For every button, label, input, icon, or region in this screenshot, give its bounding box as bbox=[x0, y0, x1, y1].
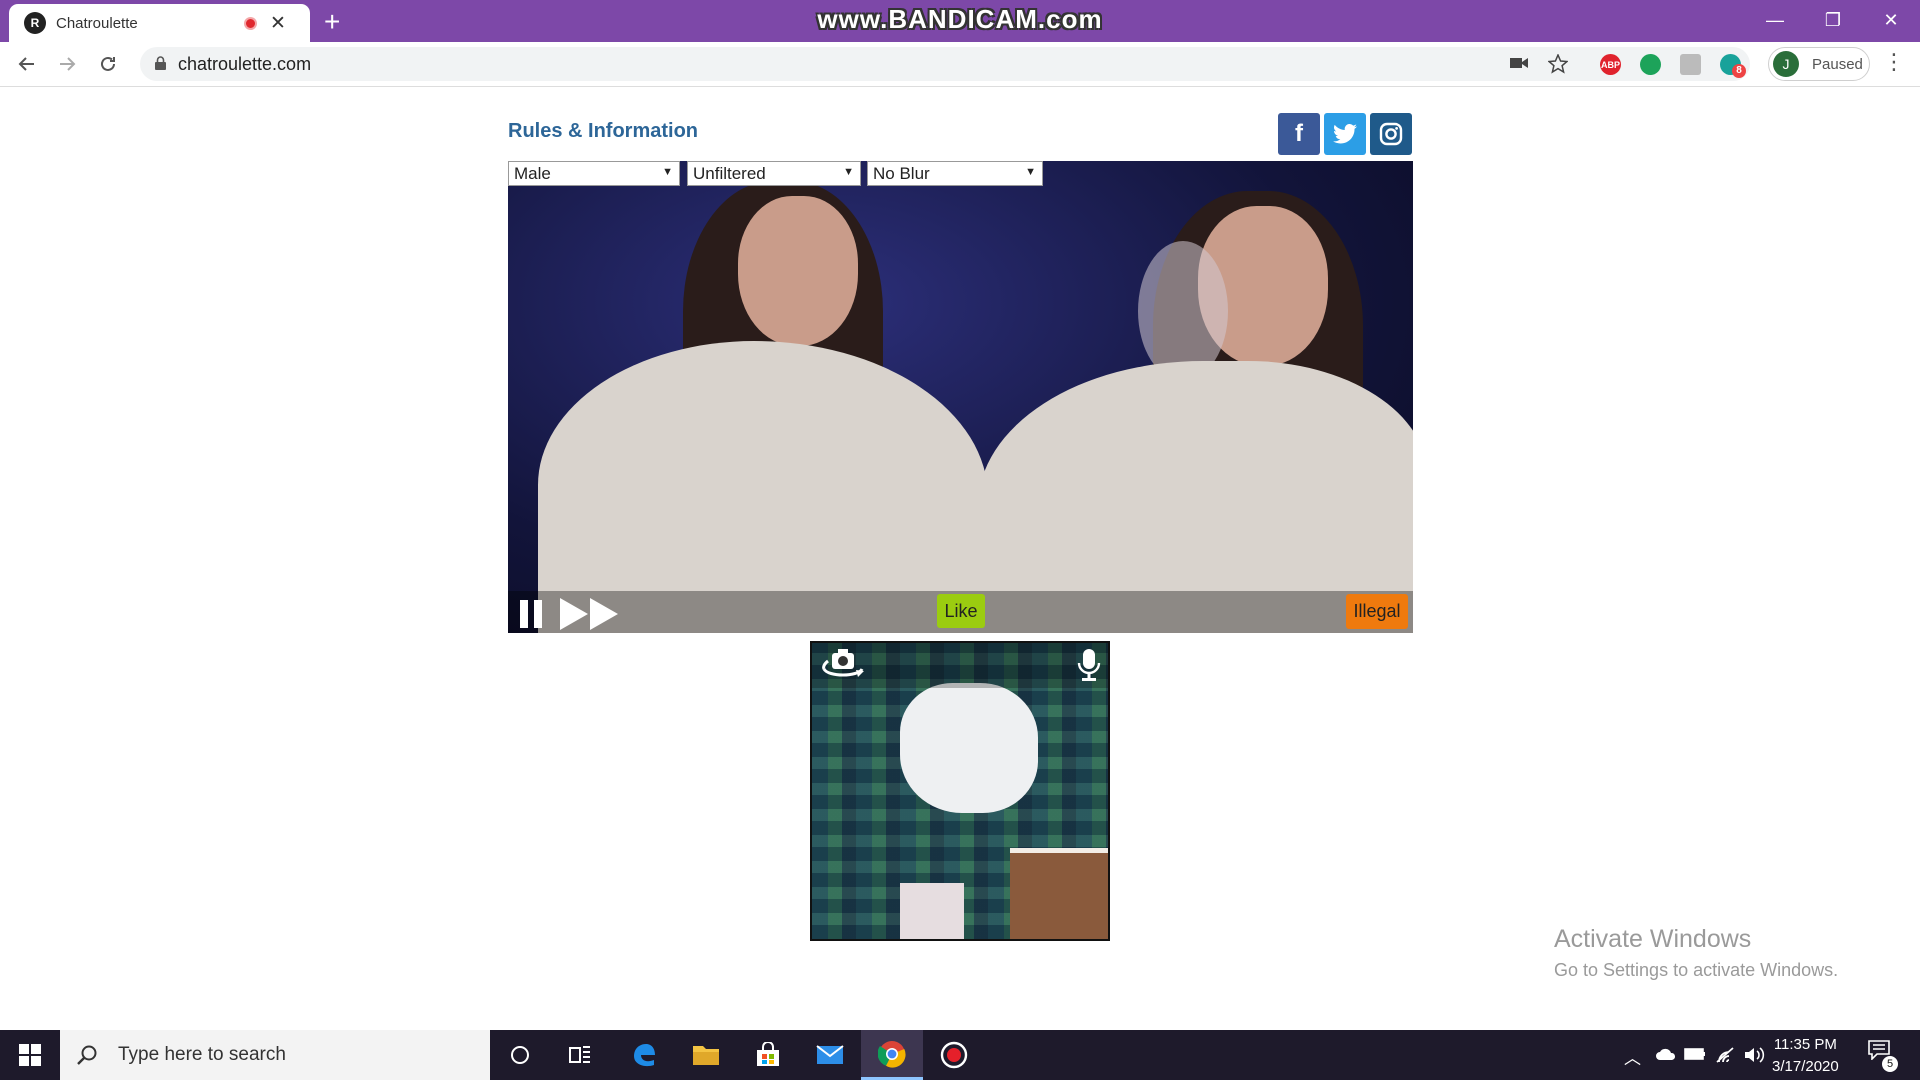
bookmark-star-icon[interactable] bbox=[1547, 53, 1569, 80]
task-view-button[interactable] bbox=[549, 1030, 611, 1080]
twitter-icon bbox=[1333, 124, 1357, 144]
notification-count-badge: 5 bbox=[1882, 1056, 1898, 1072]
gender-filter-value: Male bbox=[514, 164, 551, 183]
restore-button[interactable]: ❐ bbox=[1804, 0, 1862, 40]
menu-kebab-icon[interactable]: ⋮ bbox=[1883, 49, 1905, 75]
onedrive-icon[interactable] bbox=[1655, 1047, 1677, 1061]
report-illegal-button[interactable]: Illegal bbox=[1346, 594, 1408, 629]
address-bar[interactable]: chatroulette.com bbox=[140, 47, 1750, 81]
microphone-icon[interactable] bbox=[1077, 647, 1101, 685]
minimize-button[interactable]: — bbox=[1746, 0, 1804, 40]
profile-button[interactable]: J Paused bbox=[1768, 47, 1870, 81]
profile-status: Paused bbox=[1812, 55, 1863, 73]
adblock-extension-icon[interactable]: ABP bbox=[1600, 54, 1621, 75]
back-button[interactable] bbox=[13, 50, 41, 78]
record-icon bbox=[940, 1041, 968, 1069]
edge-icon bbox=[634, 1044, 655, 1067]
windows-logo-icon bbox=[19, 1044, 41, 1066]
bandicam-watermark: www.BANDICAM.com bbox=[817, 4, 1103, 34]
clock-date: 3/17/2020 bbox=[1772, 1058, 1839, 1075]
reload-icon bbox=[101, 56, 115, 71]
mail-button[interactable] bbox=[799, 1030, 861, 1080]
pause-button[interactable] bbox=[520, 600, 546, 628]
chrome-icon bbox=[878, 1040, 906, 1068]
content-filter-select[interactable]: Unfiltered ▼ bbox=[687, 161, 861, 186]
lock-icon bbox=[155, 56, 166, 70]
activate-windows-subtitle: Go to Settings to activate Windows. bbox=[1554, 960, 1839, 980]
chevron-down-icon: ▼ bbox=[662, 166, 673, 178]
clock-time: 11:35 PM bbox=[1773, 1036, 1837, 1053]
facebook-button[interactable]: f bbox=[1278, 113, 1320, 155]
edge-button[interactable] bbox=[613, 1030, 675, 1080]
content-filter-value: Unfiltered bbox=[693, 164, 766, 183]
show-hidden-icons-icon[interactable]: ︿ bbox=[1624, 1044, 1641, 1069]
gender-filter-select[interactable]: Male ▼ bbox=[508, 161, 680, 186]
facebook-icon: f bbox=[1295, 120, 1303, 147]
cortana-icon bbox=[511, 1046, 529, 1064]
instagram-button[interactable] bbox=[1370, 113, 1412, 155]
back-arrow-icon bbox=[18, 57, 34, 71]
blur-filter-value: No Blur bbox=[873, 164, 930, 183]
reload-button[interactable] bbox=[94, 50, 122, 78]
windows-taskbar: Type here to search ︿ 11:35 PM 3/17/2020… bbox=[0, 1030, 1920, 1080]
pause-icon bbox=[520, 600, 528, 628]
green-extension-icon[interactable] bbox=[1640, 54, 1661, 75]
next-button[interactable] bbox=[560, 598, 618, 630]
forward-button[interactable] bbox=[53, 50, 81, 78]
taskbar-search-box[interactable]: Type here to search bbox=[60, 1030, 490, 1080]
task-view-icon bbox=[569, 1046, 590, 1063]
self-camera-preview bbox=[810, 641, 1110, 941]
store-icon bbox=[757, 1042, 779, 1066]
activate-windows-title: Activate Windows bbox=[1554, 925, 1752, 953]
folder-icon bbox=[693, 1046, 719, 1065]
partner-video-feed bbox=[508, 161, 1413, 633]
wifi-icon[interactable] bbox=[1715, 1044, 1737, 1064]
start-button[interactable] bbox=[0, 1030, 60, 1080]
like-button[interactable]: Like bbox=[937, 594, 985, 628]
cortana-button[interactable] bbox=[489, 1030, 551, 1080]
chevron-down-icon: ▼ bbox=[1025, 166, 1036, 178]
taskbar-clock[interactable]: 11:35 PM 3/17/2020 bbox=[1772, 1034, 1839, 1078]
store-button[interactable] bbox=[737, 1030, 799, 1080]
search-placeholder: Type here to search bbox=[118, 1044, 286, 1065]
tab-strip: R Chatroulette ✕ + www.BANDICAM.com — ❐ … bbox=[0, 0, 1920, 42]
camera-in-use-icon[interactable] bbox=[1510, 54, 1528, 76]
chevron-down-icon: ▼ bbox=[843, 166, 854, 178]
rules-information-link[interactable]: Rules & Information bbox=[508, 120, 698, 143]
file-explorer-button[interactable] bbox=[675, 1030, 737, 1080]
chrome-button[interactable] bbox=[861, 1030, 923, 1080]
avatar: J bbox=[1773, 51, 1799, 77]
close-window-button[interactable]: ✕ bbox=[1862, 0, 1920, 40]
extension-badge: 8 bbox=[1732, 64, 1746, 78]
partner-video: Male ▼ Unfiltered ▼ No Blur ▼ Like Illeg… bbox=[508, 161, 1413, 633]
search-icon bbox=[77, 1045, 97, 1065]
url-text: chatroulette.com bbox=[178, 54, 312, 74]
switch-camera-icon[interactable] bbox=[820, 647, 866, 685]
video-control-bar: Like Illegal bbox=[508, 591, 1413, 633]
window-controls: — ❐ ✕ bbox=[1746, 0, 1920, 40]
browser-toolbar: chatroulette.com ABP 8 J Paused ⋮ bbox=[0, 42, 1920, 87]
forward-arrow-icon bbox=[60, 57, 76, 71]
twitter-button[interactable] bbox=[1324, 113, 1366, 155]
battery-icon[interactable] bbox=[1684, 1047, 1706, 1061]
volume-icon[interactable] bbox=[1743, 1045, 1765, 1065]
mail-icon bbox=[816, 1045, 844, 1064]
grammarly-extension-icon[interactable]: 8 bbox=[1720, 54, 1746, 78]
blur-filter-select[interactable]: No Blur ▼ bbox=[867, 161, 1043, 186]
bandicam-button[interactable] bbox=[923, 1030, 985, 1080]
grey-extension-icon[interactable] bbox=[1680, 54, 1701, 75]
instagram-icon bbox=[1379, 122, 1403, 146]
